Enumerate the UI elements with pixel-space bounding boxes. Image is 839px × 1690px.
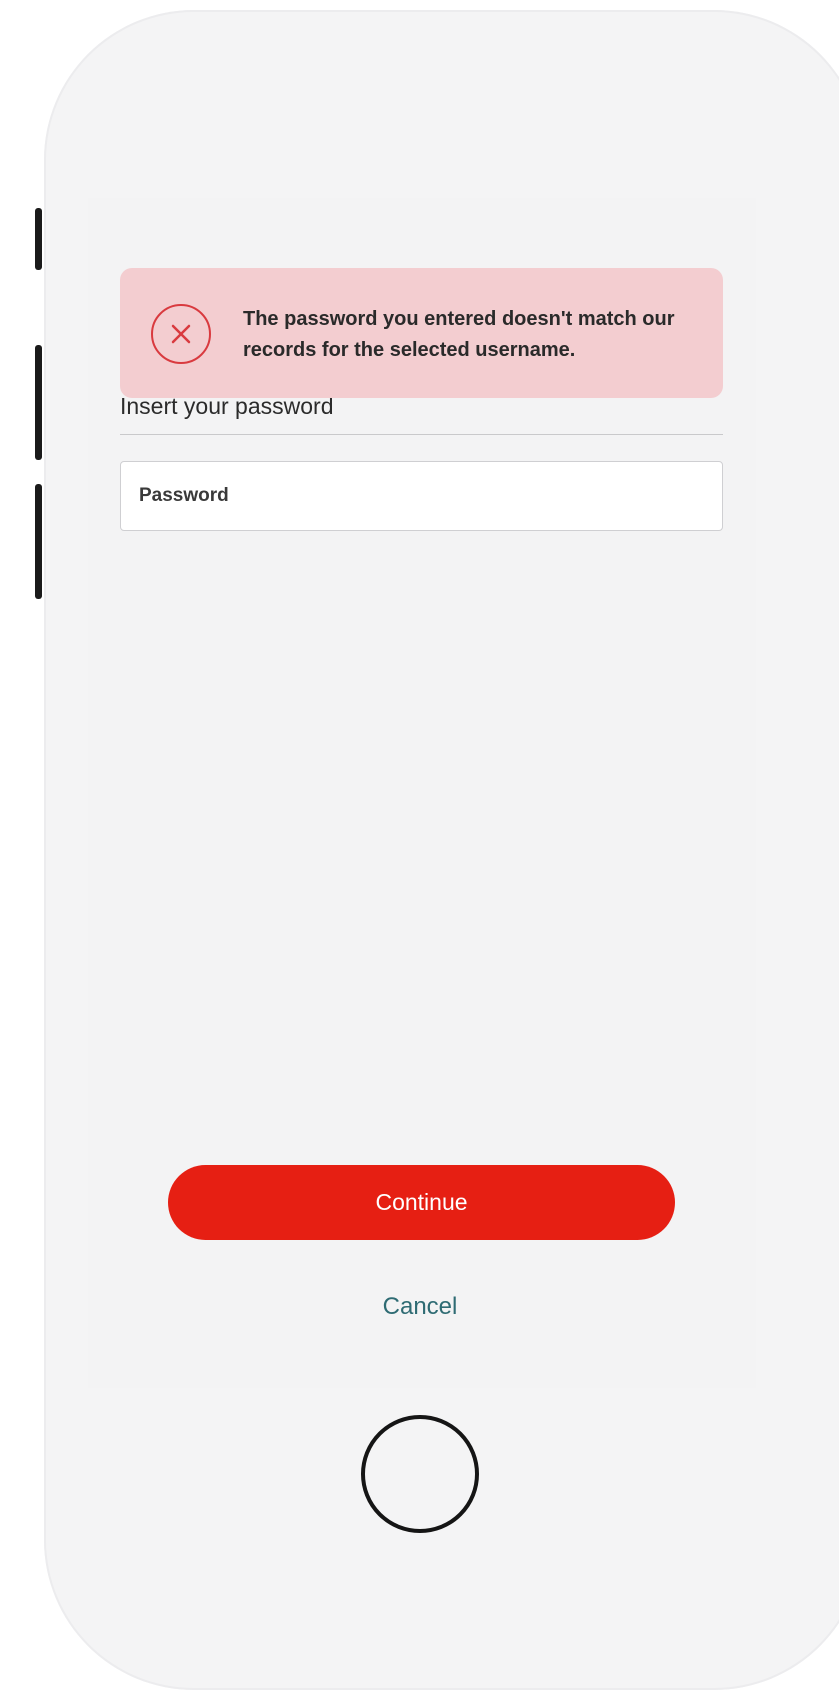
home-button-icon[interactable] [361, 1415, 479, 1533]
divider [120, 434, 723, 435]
continue-button[interactable]: Continue [168, 1165, 675, 1240]
phone-side-button-mute [35, 208, 42, 270]
phone-side-button-volume-up [35, 345, 42, 460]
phone-side-button-volume-down [35, 484, 42, 599]
error-message: The password you entered doesn't match o… [243, 308, 675, 361]
password-input[interactable] [120, 461, 723, 531]
error-alert: The password you entered doesn't match o… [120, 268, 723, 398]
cancel-link[interactable]: Cancel [320, 1293, 520, 1321]
error-circle-x-icon [151, 304, 211, 364]
